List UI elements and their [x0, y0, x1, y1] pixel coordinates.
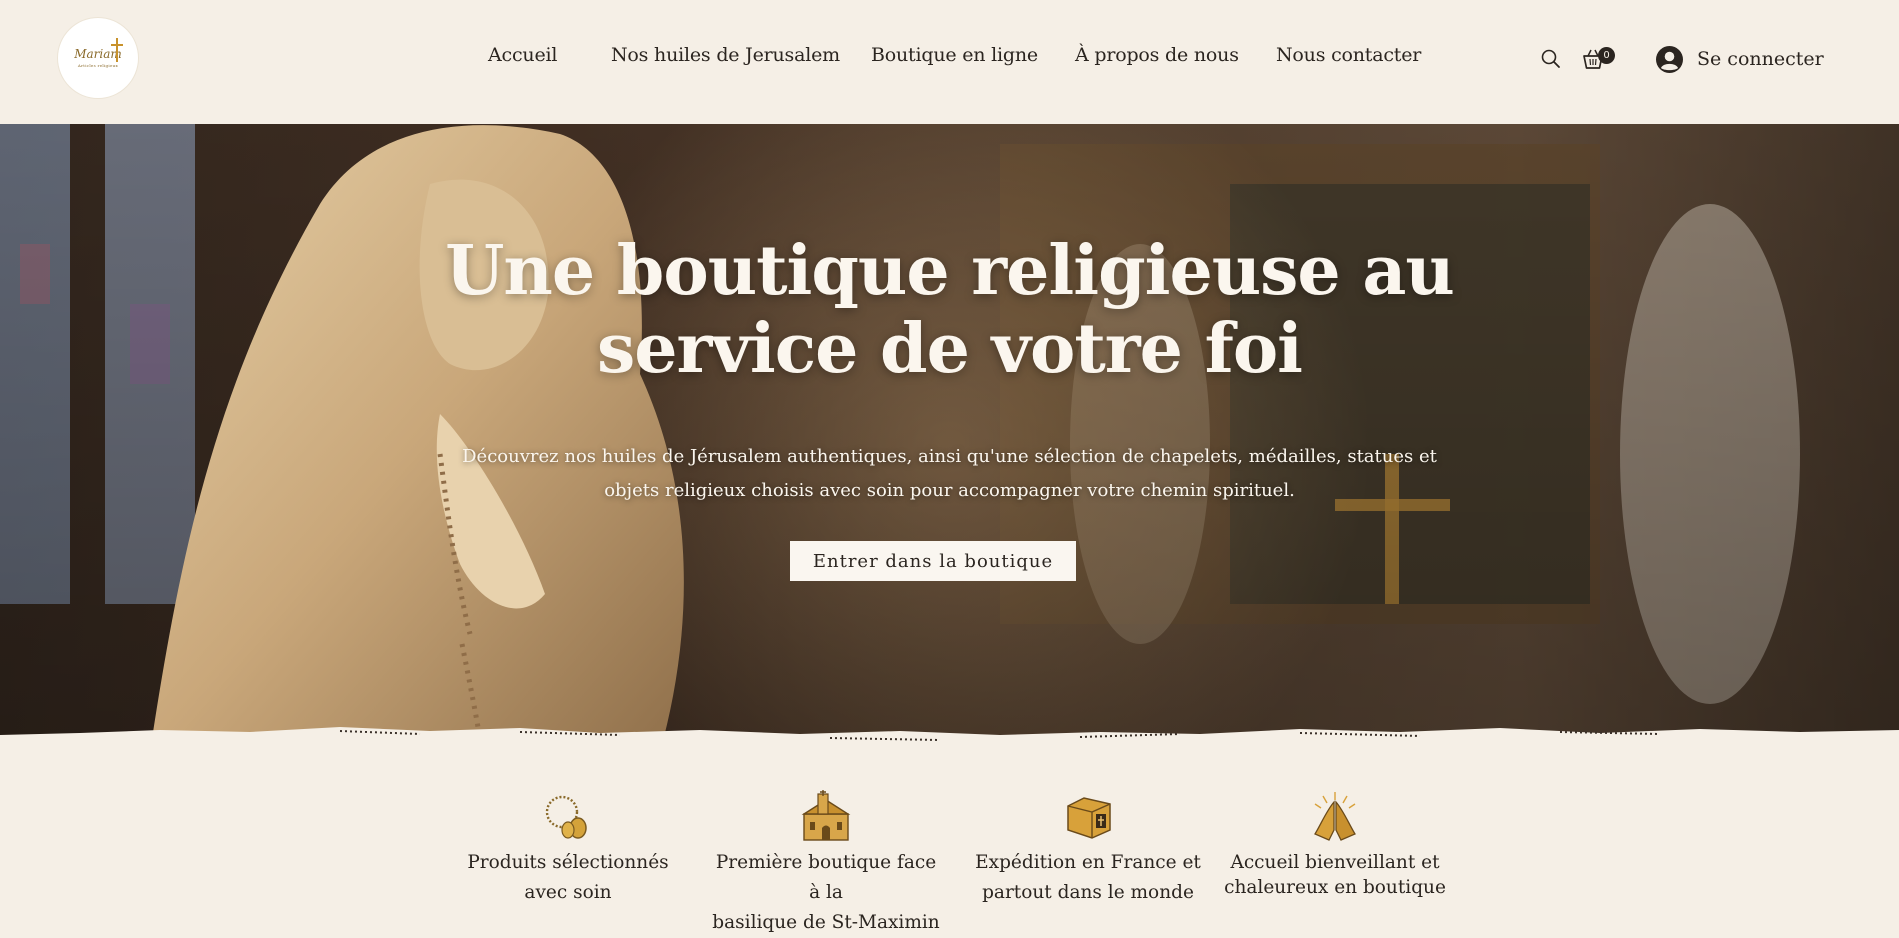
- feature-label-line: Première boutique face à la: [715, 852, 937, 903]
- login-label: Se connecter: [1697, 48, 1824, 70]
- nav-item-huiles[interactable]: Nos huiles de Jerusalem: [611, 44, 840, 66]
- user-avatar-icon: [1656, 45, 1683, 73]
- feature-label-line: avec soin: [524, 882, 612, 903]
- praying-hands-icon: [1314, 792, 1356, 841]
- hero-title: Une boutique religieuse au service de vo…: [445, 231, 1455, 389]
- hero-section: Une boutique religieuse au service de vo…: [0, 124, 1899, 752]
- feature-label-line: Produits sélectionnés: [467, 852, 669, 873]
- feature-label-line: partout dans le monde: [982, 882, 1194, 903]
- feature-item: Expédition en France et partout dans le …: [973, 790, 1203, 908]
- cross-icon: [111, 38, 123, 62]
- login-button[interactable]: Se connecter: [1656, 44, 1824, 74]
- feature-label-line: chaleureux en boutique: [1224, 877, 1446, 898]
- nav-item-accueil[interactable]: Accueil: [488, 44, 557, 66]
- feature-item: Première boutique face à la basilique de…: [711, 790, 941, 938]
- site-header: Mariam Articles religieux Accueil Nos hu…: [0, 0, 1899, 124]
- nav-item-boutique[interactable]: Boutique en ligne: [871, 44, 1038, 66]
- site-logo[interactable]: Mariam Articles religieux: [58, 18, 138, 98]
- hero-subtitle: Découvrez nos huiles de Jérusalem authen…: [462, 446, 1437, 501]
- package-icon: [1067, 797, 1111, 839]
- logo-tagline: Articles religieux: [77, 63, 119, 68]
- cart-count-badge: 0: [1598, 47, 1615, 64]
- enter-shop-button[interactable]: Entrer dans la boutique: [790, 541, 1076, 581]
- rosary-icon: [545, 795, 587, 839]
- church-icon: [801, 790, 851, 841]
- nav-item-contact[interactable]: Nous contacter: [1276, 44, 1421, 66]
- feature-label-line: Accueil bienveillant et: [1230, 852, 1440, 873]
- torn-paper-divider: [0, 727, 1899, 760]
- nav-item-a-propos[interactable]: À propos de nous: [1075, 44, 1239, 66]
- feature-label-line: basilique de St-Maximin: [712, 912, 940, 933]
- feature-item: Produits sélectionnés avec soin: [453, 790, 683, 908]
- feature-label-line: Expédition en France et: [975, 852, 1201, 873]
- features-row: Produits sélectionnés avec soin Première…: [0, 790, 1899, 933]
- hero-background-image: [0, 124, 1899, 752]
- search-icon[interactable]: [1540, 48, 1562, 70]
- feature-item: Accueil bienveillant et chaleureux en bo…: [1220, 790, 1450, 900]
